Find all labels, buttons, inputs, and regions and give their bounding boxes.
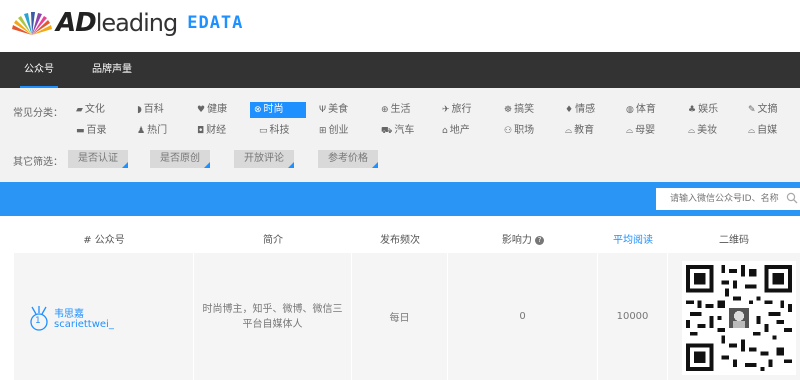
category-encyclopedia[interactable]: ◗ 百科 (133, 102, 168, 118)
graduation-cap-icon: ⌓ (626, 126, 634, 136)
filter-open-comments-button[interactable]: 开放评论 (234, 150, 294, 168)
dropdown-corner-icon (204, 162, 210, 168)
top-nav: 公众号 品牌声量 (0, 52, 800, 88)
logo[interactable]: AD leading EDATA (12, 8, 243, 38)
category-list[interactable]: ▬ 百录 (72, 123, 111, 139)
auto-icon: ⛟ (381, 126, 393, 136)
category-auto[interactable]: ⛟ 汽车 (377, 123, 418, 139)
car-icon: ▬ (76, 126, 85, 136)
intro-cell: 时尚博主，知乎、微博、微信三平台自媒体人 (194, 253, 352, 380)
category-workplace[interactable]: ⚇ 职场 (500, 123, 538, 139)
home-icon: ⌂ (442, 126, 448, 136)
category-funny[interactable]: ☸ 搞笑 (500, 102, 538, 118)
dropdown-corner-icon (372, 162, 378, 168)
account-id[interactable]: scariettwei_ (54, 319, 114, 330)
category-fashion[interactable]: ⊗ 时尚 (250, 102, 306, 118)
category-hot[interactable]: ♟ 热门 (133, 123, 171, 139)
category-beauty[interactable]: ⌓ 美妆 (684, 123, 721, 139)
group-icon: ♣ (688, 105, 697, 115)
col-account: # 公众号 (83, 235, 125, 246)
filter-original-button[interactable]: 是否原创 (150, 150, 210, 168)
col-qrcode: 二维码 (719, 235, 749, 246)
category-travel[interactable]: ✈ 旅行 (438, 102, 476, 118)
tab-brand-voice[interactable]: 品牌声量 (78, 52, 146, 88)
avg-read-cell: 10000 (598, 253, 668, 380)
category-filter-label: 常见分类： (13, 108, 63, 119)
heart-icon: ♥ (197, 105, 206, 115)
qr-code-image[interactable] (682, 261, 796, 375)
category-real-estate[interactable]: ⌂ 地产 (438, 123, 474, 139)
category-maternity[interactable]: ⌓ 母婴 (622, 123, 659, 139)
graduation-cap-icon: ⌓ (688, 126, 696, 136)
rank-number: 1 (35, 316, 41, 326)
col-intro: 简介 (263, 235, 283, 246)
pencil-icon: ✎ (748, 105, 756, 115)
category-sports[interactable]: ◍ 体育 (622, 102, 660, 118)
category-education[interactable]: ⌓ 教育 (561, 123, 598, 139)
category-digest[interactable]: ✎ 文摘 (744, 102, 782, 118)
filter-reference-price-button[interactable]: 参考价格 (318, 150, 378, 168)
target-icon: ⊗ (254, 105, 262, 115)
category-life[interactable]: ⊕ 生活 (377, 102, 415, 118)
table-row[interactable]: 1 韦思嘉 scariettwei_ 时尚博主，知乎、微博、微信三平台自媒体人 … (14, 253, 800, 380)
search-input[interactable] (656, 188, 800, 210)
startup-icon: ⊞ (319, 126, 327, 136)
logo-leading-text: leading (95, 9, 178, 37)
frequency-cell: 每日 (352, 253, 448, 380)
other-filter-label: 其它筛选： (13, 157, 63, 168)
lifebuoy-icon: ⊕ (381, 105, 389, 115)
influence-value: 0 (519, 311, 526, 322)
dropdown-corner-icon (122, 162, 128, 168)
influence-cell: 0 (448, 253, 598, 380)
category-tech[interactable]: ▭ 科技 (255, 123, 294, 139)
category-emotion[interactable]: ♦ 情感 (561, 102, 599, 118)
plane-icon: ✈ (442, 105, 450, 115)
logo-edata-text: EDATA (187, 13, 244, 33)
dropdown-corner-icon (288, 162, 294, 168)
table-header: # 公众号 简介 发布频次 影响力 ? 平均阅读 二维码 (0, 230, 800, 252)
search-icon[interactable] (786, 192, 798, 204)
category-we-media[interactable]: ⌓ 自媒 (744, 123, 781, 139)
category-finance[interactable]: ◘ 财经 (193, 123, 230, 139)
logo-fan-icon (12, 12, 52, 35)
filter-certified-button[interactable]: 是否认证 (68, 150, 128, 168)
fork-icon: Ψ (319, 105, 327, 115)
col-frequency[interactable]: 发布频次 (352, 230, 448, 252)
category-food[interactable]: Ψ 美食 (315, 102, 352, 118)
search-bar (0, 182, 800, 216)
account-intro: 时尚博主，知乎、微博、微信三平台自媒体人 (202, 303, 343, 330)
monitor-icon: ▭ (259, 126, 268, 136)
category-startup[interactable]: ⊞ 创业 (315, 123, 353, 139)
help-icon[interactable]: ? (535, 235, 545, 245)
leaf-icon: ◗ (137, 105, 142, 115)
graduation-cap-icon: ⌓ (565, 126, 573, 136)
col-avg-read[interactable]: 平均阅读 (598, 230, 668, 252)
category-health[interactable]: ♥ 健康 (193, 102, 231, 118)
account-name[interactable]: 韦思嘉 (54, 305, 84, 320)
frequency-value: 每日 (389, 313, 410, 324)
gamepad-icon: ☸ (504, 105, 513, 115)
col-influence[interactable]: 影响力 ? (448, 230, 598, 252)
account-cell: 1 韦思嘉 scariettwei_ (14, 253, 194, 380)
soccer-icon: ◍ (626, 105, 634, 115)
person-icon: ♟ (137, 126, 146, 136)
money-icon: ◘ (197, 126, 205, 136)
avg-read-value: 10000 (616, 311, 649, 322)
header: AD leading EDATA (0, 0, 800, 52)
users-icon: ⚇ (504, 126, 513, 136)
graduation-cap-icon: ⌓ (748, 126, 756, 136)
tint-icon: ♦ (565, 105, 574, 115)
logo-ad-text: AD (56, 8, 97, 38)
book-icon: ▰ (76, 105, 83, 115)
tab-official-accounts[interactable]: 公众号 (10, 52, 68, 88)
category-culture[interactable]: ▰ 文化 (72, 102, 109, 118)
category-entertainment[interactable]: ♣ 娱乐 (684, 102, 722, 118)
filter-panel: 常见分类： ▰ 文化 ◗ 百科 ♥ 健康 ⊗ 时尚 Ψ 美食 ⊕ 生活 ✈ 旅行 ☸ 搞笑 ♦ 情… (0, 88, 800, 182)
